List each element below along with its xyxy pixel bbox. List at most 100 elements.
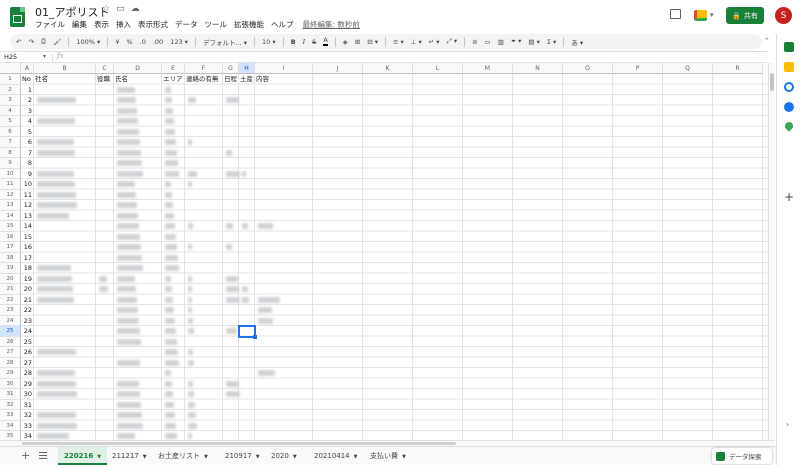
functions-icon[interactable]: Σ ▾ xyxy=(547,38,556,46)
horizontal-align-icon[interactable]: ≡ ▾ xyxy=(393,38,404,46)
contacts-icon[interactable] xyxy=(784,102,794,112)
print-icon[interactable]: ⎙ xyxy=(41,37,46,46)
sheets-addon-icon[interactable] xyxy=(784,42,794,52)
menu-item-2[interactable]: 表示 xyxy=(94,19,109,30)
row-header[interactable]: 13 xyxy=(0,200,21,211)
keep-icon[interactable] xyxy=(784,62,794,72)
row-header[interactable]: 3 xyxy=(0,95,21,106)
row-header[interactable]: 23 xyxy=(0,305,21,316)
sheet-tab[interactable]: 220216 ▼ xyxy=(58,447,108,465)
chevron-right-icon[interactable]: › xyxy=(786,420,789,429)
menu-item-5[interactable]: データ xyxy=(175,19,198,30)
chevron-down-icon[interactable]: ▼ xyxy=(256,454,260,460)
row-header[interactable]: 29 xyxy=(0,368,21,379)
chevron-down-icon[interactable]: ▼ xyxy=(143,454,147,460)
row-header[interactable]: 32 xyxy=(0,399,21,410)
no-cell[interactable]: 22 xyxy=(21,305,34,316)
row-header[interactable]: 34 xyxy=(0,420,21,431)
header-cell-d[interactable]: 氏名 xyxy=(114,74,162,85)
star-icon[interactable]: ☆ xyxy=(102,4,110,14)
no-cell[interactable]: 18 xyxy=(21,263,34,274)
header-cell-f[interactable]: 連絡の有無 xyxy=(185,74,223,85)
meet-button[interactable]: ▾ xyxy=(692,8,718,24)
no-cell[interactable]: 23 xyxy=(21,316,34,327)
no-cell[interactable]: 6 xyxy=(21,137,34,148)
no-cell[interactable]: 19 xyxy=(21,274,34,285)
no-cell[interactable]: 7 xyxy=(21,148,34,159)
text-wrap-icon[interactable]: ↵ ▾ xyxy=(429,38,440,46)
tasks-icon[interactable] xyxy=(784,82,794,92)
no-cell[interactable]: 32 xyxy=(21,410,34,421)
maps-icon[interactable] xyxy=(783,120,795,132)
paint-format-icon[interactable]: 🖌 xyxy=(53,38,61,46)
no-cell[interactable]: 14 xyxy=(21,221,34,232)
no-cell[interactable]: 4 xyxy=(21,116,34,127)
row-header[interactable]: 26 xyxy=(0,336,21,347)
row-header[interactable]: 11 xyxy=(0,179,21,190)
text-rotate-icon[interactable]: ⤢ ▾ xyxy=(447,37,458,46)
no-cell[interactable]: 34 xyxy=(21,431,34,440)
document-title[interactable]: 01_アポリスト xyxy=(35,4,110,20)
no-cell[interactable]: 27 xyxy=(21,358,34,369)
increase-decimal-button[interactable]: .00 xyxy=(153,38,163,46)
chevron-down-icon[interactable]: ▾ xyxy=(43,53,46,60)
strikethrough-button[interactable]: S xyxy=(312,38,316,46)
row-header[interactable]: 17 xyxy=(0,242,21,253)
row-header[interactable]: 21 xyxy=(0,284,21,295)
scroll-thumb[interactable] xyxy=(770,73,774,91)
fill-color-icon[interactable]: ◈ xyxy=(343,38,348,46)
row-header[interactable]: 22 xyxy=(0,294,21,305)
header-cell-c[interactable]: 役職 xyxy=(96,74,114,85)
explore-button[interactable]: データ探索 xyxy=(712,448,772,464)
no-cell[interactable]: 26 xyxy=(21,347,34,358)
no-cell[interactable]: 10 xyxy=(21,179,34,190)
row-header[interactable]: 27 xyxy=(0,347,21,358)
sheet-tab[interactable]: 20210414 ▼ xyxy=(308,447,364,465)
undo-icon[interactable]: ↶ xyxy=(16,38,21,46)
font-size-select[interactable]: 10 ▾ xyxy=(262,38,276,46)
borders-icon[interactable]: ⊞ xyxy=(355,38,360,46)
menu-item-3[interactable]: 挿入 xyxy=(116,19,131,30)
row-header[interactable]: 24 xyxy=(0,315,21,326)
no-cell[interactable]: 25 xyxy=(21,337,34,348)
cloud-icon[interactable]: ☁ xyxy=(131,4,140,14)
header-cell-b[interactable]: 社名 xyxy=(34,74,96,85)
no-cell[interactable]: 2 xyxy=(21,95,34,106)
row-header[interactable]: 30 xyxy=(0,378,21,389)
row-header[interactable]: 6 xyxy=(0,126,21,137)
no-cell[interactable]: 24 xyxy=(21,326,34,337)
insert-link-icon[interactable]: ⊘ xyxy=(472,38,477,46)
no-cell[interactable]: 28 xyxy=(21,368,34,379)
header-cell-a[interactable]: No xyxy=(21,74,34,85)
no-cell[interactable]: 33 xyxy=(21,421,34,432)
scroll-thumb[interactable] xyxy=(22,442,456,445)
fill-handle[interactable] xyxy=(253,334,257,339)
insert-comment-icon[interactable]: ▭ xyxy=(485,38,491,46)
header-cell-e[interactable]: エリア xyxy=(162,74,185,85)
chevron-up-icon[interactable]: ⌃ xyxy=(764,37,770,45)
add-sheet-icon[interactable]: + xyxy=(21,450,30,461)
chevron-down-icon[interactable]: ▼ xyxy=(97,454,101,460)
row-header[interactable]: 2 xyxy=(0,84,21,95)
decrease-decimal-button[interactable]: .0 xyxy=(140,38,146,46)
row-header[interactable]: 28 xyxy=(0,357,21,368)
bold-button[interactable]: B xyxy=(291,38,296,46)
row-header[interactable]: 18 xyxy=(0,252,21,263)
chevron-down-icon[interactable]: ▼ xyxy=(354,454,358,460)
sheet-tab[interactable]: 210917 ▼ xyxy=(219,447,266,465)
no-cell[interactable]: 5 xyxy=(21,127,34,138)
menu-item-4[interactable]: 表示形式 xyxy=(138,19,168,30)
row-header[interactable]: 19 xyxy=(0,263,21,274)
header-cell-i[interactable]: 内容 xyxy=(255,74,313,85)
menu-item-1[interactable]: 編集 xyxy=(72,19,87,30)
row-header[interactable]: 15 xyxy=(0,221,21,232)
filter-views-icon[interactable]: ▤ ▾ xyxy=(528,38,539,46)
row-header[interactable]: 35 xyxy=(0,431,21,440)
no-cell[interactable]: 20 xyxy=(21,284,34,295)
row-header[interactable]: 5 xyxy=(0,116,21,127)
percent-button[interactable]: % xyxy=(126,38,132,46)
no-cell[interactable]: 13 xyxy=(21,211,34,222)
row-header[interactable]: 1 xyxy=(0,74,21,85)
row-header[interactable]: 12 xyxy=(0,189,21,200)
font-select[interactable]: デフォルト... ▾ xyxy=(203,37,247,47)
